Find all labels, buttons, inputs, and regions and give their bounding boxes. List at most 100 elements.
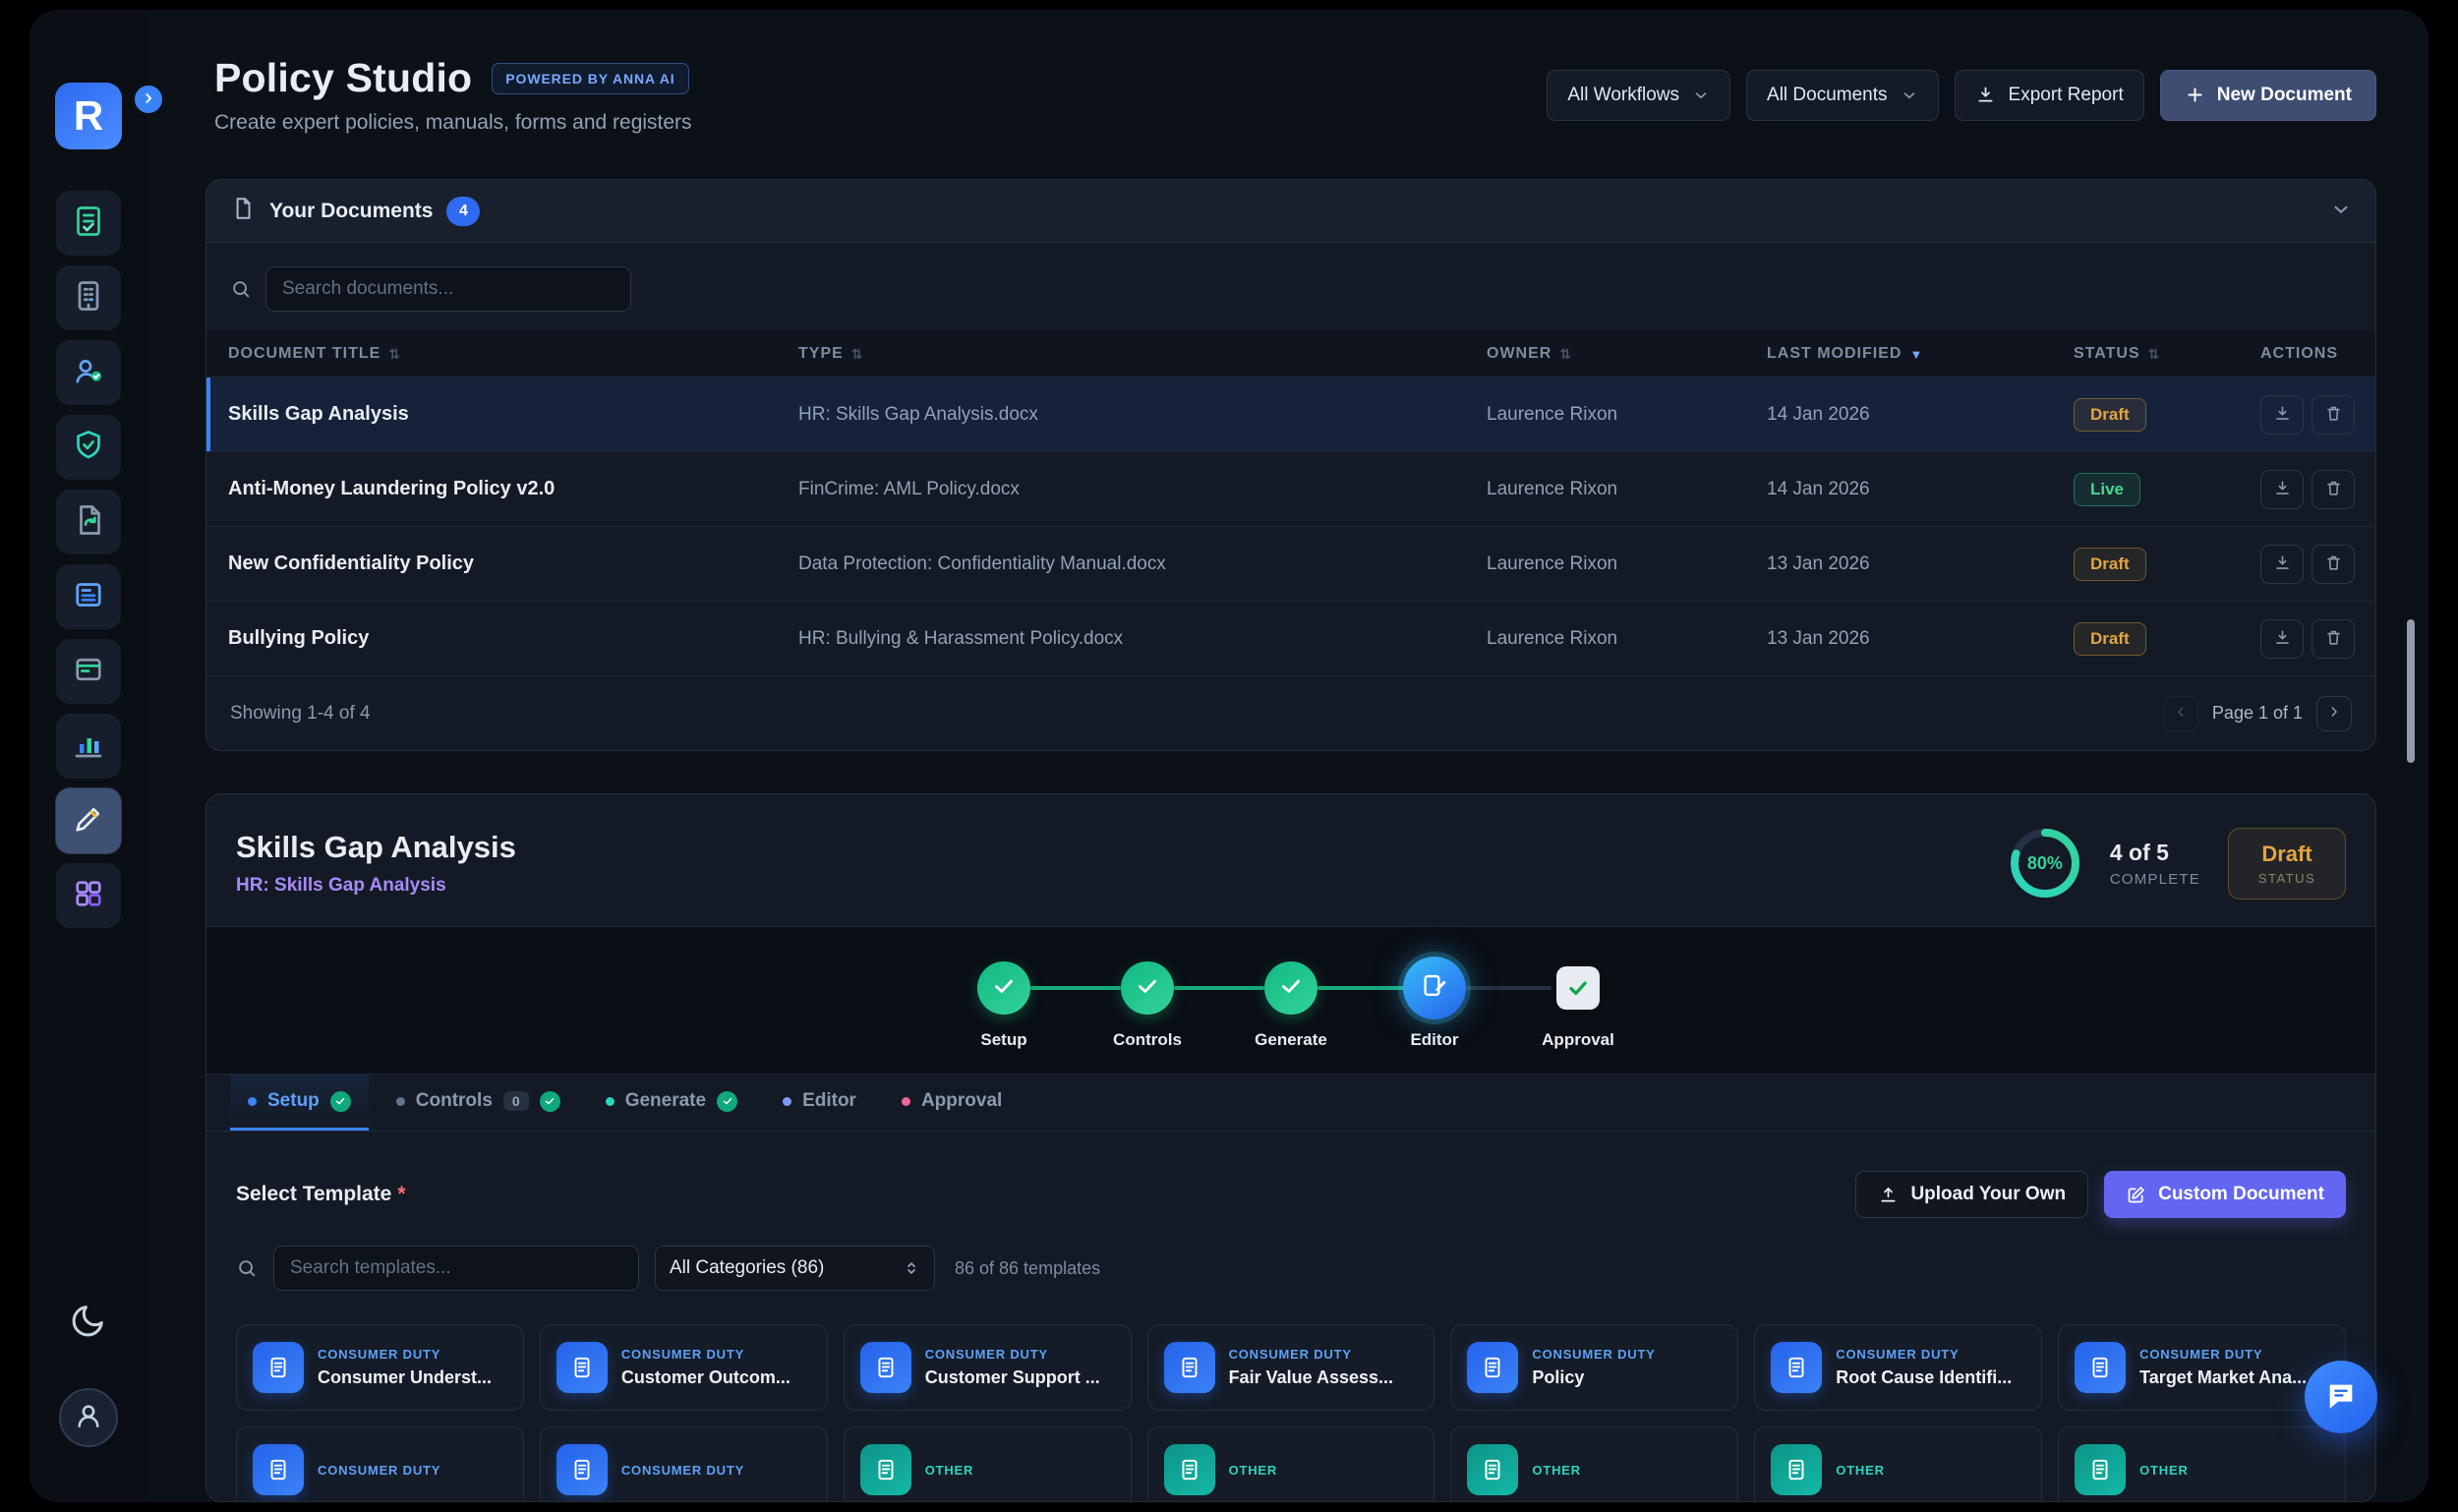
template-title: Consumer Underst... xyxy=(318,1367,492,1388)
tab-setup[interactable]: Setup xyxy=(230,1075,369,1131)
column-header-owner[interactable]: OWNER⇅ xyxy=(1487,345,1767,363)
delete-document-button[interactable] xyxy=(2312,470,2355,509)
sidebar-item-compliance[interactable] xyxy=(56,415,121,480)
template-card[interactable]: CONSUMER DUTYRoot Cause Identifi... xyxy=(1754,1324,2042,1411)
app-logo[interactable]: R xyxy=(55,83,122,149)
template-cards-grid-row2: CONSUMER DUTY CONSUMER DUTY OTHER OTHER … xyxy=(206,1411,2375,1502)
template-card[interactable]: CONSUMER DUTYCustomer Outcom... xyxy=(540,1324,828,1411)
template-card[interactable]: CONSUMER DUTYFair Value Assess... xyxy=(1147,1324,1435,1411)
template-card[interactable]: CONSUMER DUTYCustomer Support ... xyxy=(844,1324,1132,1411)
documents-count-badge: 4 xyxy=(446,197,480,226)
previous-page-button[interactable] xyxy=(2163,696,2198,731)
collapse-panel-button[interactable] xyxy=(2330,199,2352,223)
next-page-button[interactable] xyxy=(2316,696,2352,731)
sidebar-item-analytics[interactable] xyxy=(56,714,121,779)
table-row[interactable]: Anti-Money Laundering Policy v2.0 FinCri… xyxy=(206,451,2375,526)
step-setup[interactable]: Setup xyxy=(932,957,1076,1050)
sidebar-item-organisation[interactable] xyxy=(56,265,121,330)
document-type-cell: FinCrime: AML Policy.docx xyxy=(798,479,1487,500)
scrollbar-thumb[interactable] xyxy=(2407,619,2415,763)
document-modified-cell: 14 Jan 2026 xyxy=(1767,404,2074,426)
tab-generate[interactable]: Generate xyxy=(588,1075,755,1131)
workflows-filter-dropdown[interactable]: All Workflows xyxy=(1547,70,1730,121)
column-header-title[interactable]: DOCUMENT TITLE⇅ xyxy=(228,345,798,363)
chevron-down-icon xyxy=(2330,199,2352,223)
download-document-button[interactable] xyxy=(2260,619,2304,659)
building-icon xyxy=(71,278,106,319)
documents-search-input[interactable] xyxy=(265,266,631,312)
template-card[interactable]: OTHER xyxy=(1147,1426,1435,1502)
main-content: Policy Studio POWERED BY ANNA AI Create … xyxy=(147,10,2429,1502)
sidebar-item-news[interactable] xyxy=(56,564,121,629)
delete-document-button[interactable] xyxy=(2312,395,2355,435)
chat-assistant-button[interactable] xyxy=(2305,1361,2377,1433)
step-editor[interactable]: Editor xyxy=(1363,957,1506,1050)
template-card[interactable]: CONSUMER DUTYPolicy xyxy=(1450,1324,1738,1411)
template-card[interactable]: OTHER xyxy=(1754,1426,2042,1502)
chevron-left-icon xyxy=(2173,704,2189,723)
step-controls[interactable]: Controls xyxy=(1076,957,1219,1050)
sidebar-item-registers-grid[interactable] xyxy=(56,863,121,928)
tab-approval[interactable]: Approval xyxy=(884,1075,1020,1131)
template-card[interactable]: OTHER xyxy=(844,1426,1132,1502)
delete-document-button[interactable] xyxy=(2312,545,2355,584)
step-label: Controls xyxy=(1113,1030,1182,1050)
column-header-modified[interactable]: LAST MODIFIED▼ xyxy=(1767,345,2074,363)
theme-toggle-button[interactable] xyxy=(69,1301,108,1343)
template-category: CONSUMER DUTY xyxy=(1229,1347,1393,1362)
step-label: Approval xyxy=(1542,1030,1614,1050)
step-generate[interactable]: Generate xyxy=(1219,957,1363,1050)
documents-filter-dropdown[interactable]: All Documents xyxy=(1746,70,1939,121)
trash-icon xyxy=(2324,553,2343,575)
template-document-icon xyxy=(1467,1342,1518,1393)
progress-percent: 80% xyxy=(2008,826,2082,901)
template-document-icon xyxy=(1164,1444,1215,1495)
custom-document-button[interactable]: Custom Document xyxy=(2104,1171,2346,1218)
template-card[interactable]: OTHER xyxy=(2058,1426,2346,1502)
sidebar-expand-button[interactable] xyxy=(132,83,165,116)
column-header-status[interactable]: STATUS⇅ xyxy=(2074,345,2260,363)
template-card[interactable]: CONSUMER DUTYTarget Market Ana... xyxy=(2058,1324,2346,1411)
table-row[interactable]: Skills Gap Analysis HR: Skills Gap Analy… xyxy=(206,377,2375,451)
download-document-button[interactable] xyxy=(2260,545,2304,584)
template-card[interactable]: CONSUMER DUTY xyxy=(540,1426,828,1502)
category-select-dropdown[interactable]: All Categories (86) xyxy=(655,1246,935,1291)
sort-icon: ⇅ xyxy=(1559,346,1572,363)
table-row[interactable]: Bullying Policy HR: Bullying & Harassmen… xyxy=(206,601,2375,675)
download-document-button[interactable] xyxy=(2260,470,2304,509)
sidebar-item-registers-card[interactable] xyxy=(56,639,121,704)
status-value: Draft xyxy=(2251,842,2323,867)
document-sync-icon xyxy=(71,502,106,543)
template-search-input[interactable] xyxy=(273,1246,639,1291)
tab-complete-check-icon xyxy=(330,1091,351,1112)
detail-subtitle-link[interactable]: HR: Skills Gap Analysis xyxy=(236,875,516,897)
detail-tabs: Setup Controls 0 Generate Editor xyxy=(206,1075,2375,1132)
user-avatar[interactable] xyxy=(59,1388,118,1447)
documents-table-header: DOCUMENT TITLE⇅ TYPE⇅ OWNER⇅ LAST MODIFI… xyxy=(206,331,2375,377)
download-document-button[interactable] xyxy=(2260,395,2304,435)
moon-icon xyxy=(69,1301,108,1343)
new-document-button[interactable]: New Document xyxy=(2160,70,2376,121)
upload-icon xyxy=(1878,1185,1899,1205)
template-card[interactable]: CONSUMER DUTY xyxy=(236,1426,524,1502)
sidebar-item-policy-studio[interactable] xyxy=(56,788,121,853)
sidebar-item-policies[interactable] xyxy=(56,490,121,554)
template-card[interactable]: OTHER xyxy=(1450,1426,1738,1502)
sidebar-item-forms[interactable] xyxy=(56,191,121,256)
document-owner-cell: Laurence Rixon xyxy=(1487,628,1767,650)
sidebar-item-users[interactable] xyxy=(56,340,121,405)
column-header-type[interactable]: TYPE⇅ xyxy=(798,345,1487,363)
template-category: CONSUMER DUTY xyxy=(1532,1347,1655,1362)
tab-label: Setup xyxy=(267,1090,320,1112)
template-card[interactable]: CONSUMER DUTYConsumer Underst... xyxy=(236,1324,524,1411)
delete-document-button[interactable] xyxy=(2312,619,2355,659)
table-row[interactable]: New Confidentiality Policy Data Protecti… xyxy=(206,526,2375,601)
export-report-button[interactable]: Export Report xyxy=(1955,70,2144,121)
showing-count-text: Showing 1-4 of 4 xyxy=(230,703,371,725)
upload-your-own-button[interactable]: Upload Your Own xyxy=(1855,1171,2088,1218)
tab-editor[interactable]: Editor xyxy=(765,1075,874,1131)
column-label: ACTIONS xyxy=(2260,345,2338,363)
step-approval[interactable]: Approval xyxy=(1506,957,1650,1050)
template-category: OTHER xyxy=(2139,1463,2189,1478)
tab-controls[interactable]: Controls 0 xyxy=(379,1075,578,1131)
